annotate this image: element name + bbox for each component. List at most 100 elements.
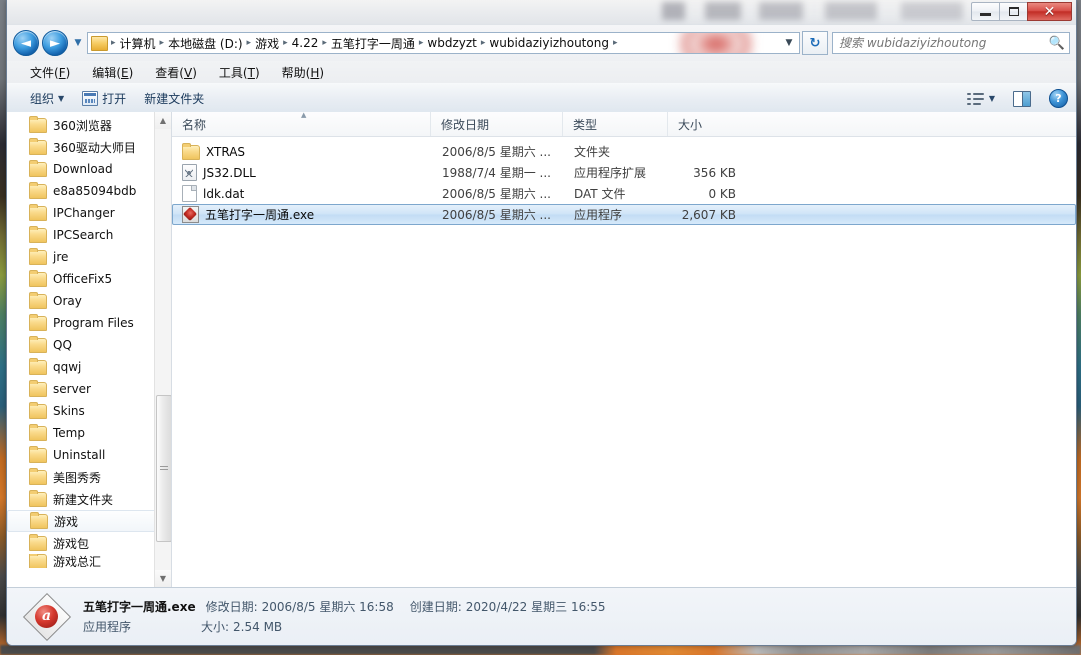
minimize-button[interactable] [971, 2, 1000, 21]
tree-item-ipchanger[interactable]: IPChanger [7, 202, 171, 224]
tree-item-games-pack[interactable]: 游戏包 [7, 532, 171, 554]
search-input[interactable] [837, 35, 1049, 51]
tree-item-360browser[interactable]: 360浏览器 [7, 114, 171, 136]
scroll-up-button[interactable]: ▲ [155, 112, 171, 129]
tree-item-label: jre [53, 250, 69, 264]
folder-icon [29, 181, 47, 199]
scroll-down-button[interactable]: ▼ [155, 570, 171, 587]
chevron-down-icon[interactable]: ▼ [989, 94, 995, 103]
breadcrumb-item-422[interactable]: 4.22 [289, 36, 322, 50]
chevron-down-icon[interactable]: ▼ [781, 38, 797, 48]
open-button[interactable]: 打开 [73, 88, 135, 110]
tree-item-games-collection[interactable]: 游戏总汇 [7, 554, 171, 568]
tree-item-temp[interactable]: Temp [7, 422, 171, 444]
maximize-icon [1008, 7, 1019, 16]
tree-item-qqwj[interactable]: qqwj [7, 356, 171, 378]
table-row[interactable]: XTRAS 2006/8/5 星期六 ... 文件夹 [172, 141, 1076, 162]
tree-item-360driver[interactable]: 360驱动大师目 [7, 136, 171, 158]
tree-item-label: server [53, 382, 91, 396]
folder-icon [29, 489, 47, 507]
address-bar-row: ◄ ► ▼ ▸ 计算机 ▸ 本地磁盘 (D:) ▸ 游戏 ▸ 4.22 ▸ 五笔… [7, 25, 1076, 61]
table-row[interactable]: ldk.dat 2006/8/5 星期六 ... DAT 文件 0 KB [172, 183, 1076, 204]
tree-item-download[interactable]: Download [7, 158, 171, 180]
menu-file[interactable]: 文件(F) [19, 64, 81, 81]
view-list-icon [966, 92, 985, 106]
tree-item-label: 游戏总汇 [53, 554, 102, 569]
column-header-type[interactable]: 类型 [563, 112, 668, 136]
tree-item-jre[interactable]: jre [7, 246, 171, 268]
open-app-icon [82, 91, 99, 106]
address-bar[interactable]: ▸ 计算机 ▸ 本地磁盘 (D:) ▸ 游戏 ▸ 4.22 ▸ 五笔打字一周通 … [87, 32, 800, 54]
file-type-cell: 应用程序 [574, 208, 623, 222]
chevron-down-icon: ▼ [159, 574, 167, 583]
tree-item-oray[interactable]: Oray [7, 290, 171, 312]
tree-item-label: 游戏 [54, 514, 79, 529]
file-size-cell: 356 KB [693, 165, 736, 180]
table-row[interactable]: 五笔打字一周通.exe 2006/8/5 星期六 ... 应用程序 2,607 … [172, 204, 1076, 225]
tree-item-server[interactable]: server [7, 378, 171, 400]
refresh-button[interactable]: ↻ [802, 31, 828, 55]
navigation-scrollbar[interactable]: ▲ ▼ [154, 112, 171, 587]
explorer-body: 360浏览器 360驱动大师目 Download e8a85094bdb IPC… [7, 112, 1076, 587]
view-mode-button[interactable] [966, 92, 985, 106]
breadcrumb-item-wbdzyzt[interactable]: wbdzyzt [424, 36, 479, 50]
tree-item-e8a85094bdb[interactable]: e8a85094bdb [7, 180, 171, 202]
dll-icon [182, 164, 197, 181]
dat-file-icon [182, 185, 197, 202]
menu-help[interactable]: 帮助(H) [271, 64, 335, 81]
file-date-cell: 2006/8/5 星期六 ... [442, 145, 551, 159]
breadcrumb-separator[interactable]: ▸ [612, 38, 619, 48]
recent-locations-button[interactable]: ▼ [71, 38, 85, 48]
maximize-button[interactable] [999, 2, 1028, 21]
details-row-secondary: 应用程序 大小: 2.54 MB [83, 618, 606, 635]
preview-pane-button[interactable] [1013, 90, 1031, 107]
breadcrumb-item-wubi[interactable]: 五笔打字一周通 [328, 35, 418, 52]
column-header-date-modified[interactable]: 修改日期 [431, 112, 563, 136]
breadcrumb-item-drive-d[interactable]: 本地磁盘 (D:) [165, 35, 245, 52]
scrollbar-thumb[interactable] [156, 395, 171, 542]
breadcrumb-item-current[interactable]: wubidaziyizhoutong [486, 36, 612, 50]
tree-item-uninstall[interactable]: Uninstall [7, 444, 171, 466]
new-folder-button[interactable]: 新建文件夹 [135, 88, 213, 110]
application-icon [182, 206, 199, 223]
menu-tools[interactable]: 工具(T) [208, 64, 271, 81]
help-button[interactable]: ? [1049, 89, 1068, 108]
organize-button[interactable]: 组织 ▼ [21, 88, 73, 110]
menu-edit[interactable]: 编辑(E) [81, 64, 144, 81]
table-row[interactable]: JS32.DLL 1988/7/4 星期一 ... 应用程序扩展 356 KB [172, 162, 1076, 183]
details-created-value: 2020/4/22 星期三 16:55 [465, 600, 606, 614]
breadcrumb-item-games[interactable]: 游戏 [252, 35, 282, 52]
tree-item-new-folder[interactable]: 新建文件夹 [7, 488, 171, 510]
tree-item-ipcsearch[interactable]: IPCSearch [7, 224, 171, 246]
tree-item-label: Temp [53, 426, 85, 440]
details-size-value: 2.54 MB [233, 620, 283, 634]
folder-tree: 360浏览器 360驱动大师目 Download e8a85094bdb IPC… [7, 112, 171, 568]
breadcrumb-item-computer[interactable]: 计算机 [117, 35, 159, 52]
details-modified-label: 修改日期: [205, 600, 258, 614]
file-size-cell: 2,607 KB [681, 207, 736, 222]
column-header-name[interactable]: 名称 [172, 112, 431, 136]
file-name-cell: XTRAS [173, 143, 432, 160]
forward-button[interactable]: ► [42, 30, 68, 56]
menu-view[interactable]: 查看(V) [144, 64, 208, 81]
tree-item-label: 360驱动大师目 [53, 140, 136, 155]
tree-item-qq[interactable]: QQ [7, 334, 171, 356]
search-box[interactable]: 🔍 [832, 32, 1070, 54]
tree-item-officefix5[interactable]: OfficeFix5 [7, 268, 171, 290]
column-header-size[interactable]: 大小 [668, 112, 743, 136]
column-header-filler [743, 112, 1076, 136]
file-list-pane: 名称 修改日期 类型 大小 XTRAS [172, 112, 1076, 587]
tree-item-program-files[interactable]: Program Files [7, 312, 171, 334]
folder-icon [29, 335, 47, 353]
tree-item-label: OfficeFix5 [53, 272, 113, 286]
back-button[interactable]: ◄ [13, 30, 39, 56]
tree-item-skins[interactable]: Skins [7, 400, 171, 422]
details-type-value: 应用程序 [83, 620, 132, 634]
tree-item-games[interactable]: 游戏 [7, 510, 171, 532]
file-name-label: ldk.dat [203, 186, 245, 201]
close-button[interactable]: ✕ [1027, 2, 1072, 21]
tree-item-label: qqwj [53, 360, 82, 374]
tree-item-meitu[interactable]: 美图秀秀 [7, 466, 171, 488]
tree-item-label: e8a85094bdb [53, 184, 137, 198]
folder-icon [29, 533, 47, 551]
